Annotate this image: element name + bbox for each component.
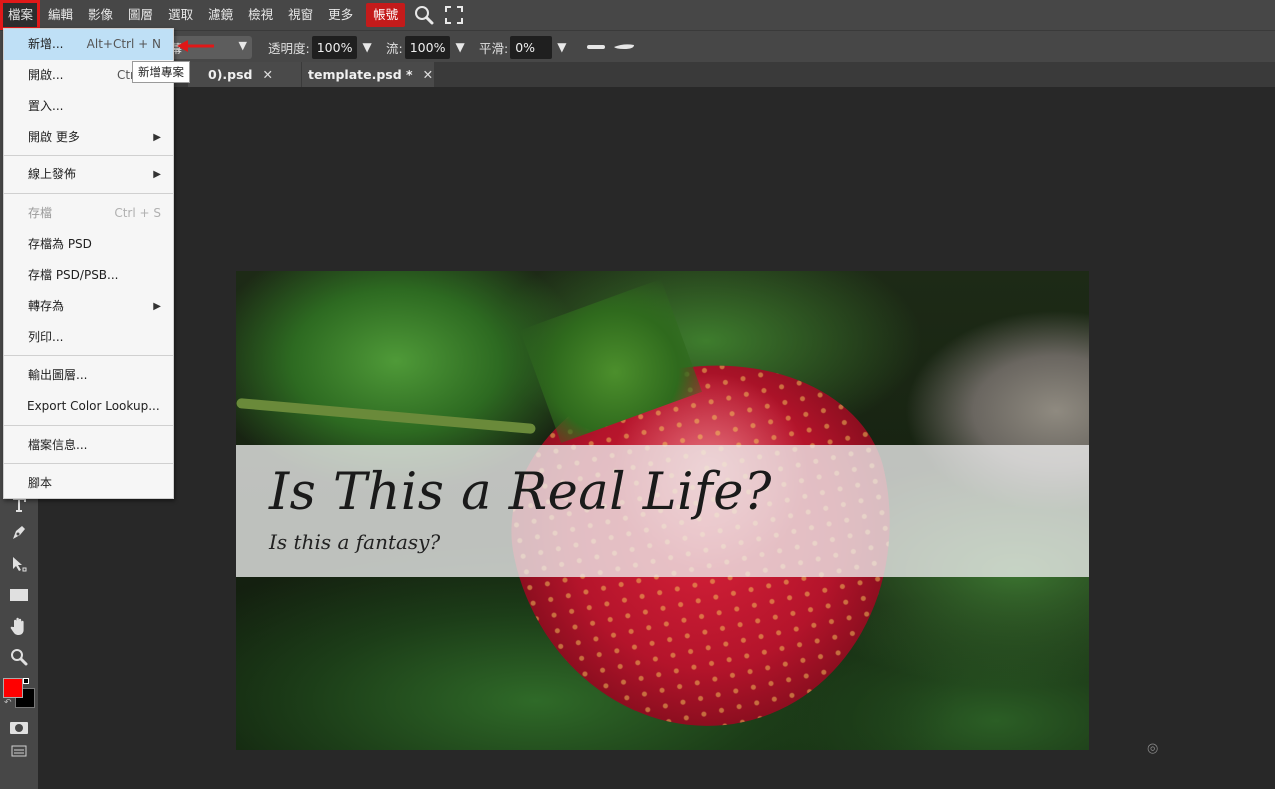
submenu-arrow-icon: ▶: [153, 169, 161, 180]
menu-file[interactable]: 檔案: [0, 0, 41, 30]
menu-item-label: 腳本: [28, 476, 53, 490]
menu-item-file-info[interactable]: 檔案信息...: [4, 430, 173, 461]
document-canvas[interactable]: Is This a Real Life? Is this a fantasy?: [236, 271, 1089, 750]
menu-item-label: 存檔為 PSD: [28, 237, 92, 251]
menu-item-open-more[interactable]: 開啟 更多 ▶: [4, 122, 173, 153]
submenu-arrow-icon: ▶: [153, 301, 161, 312]
tab-label: 0).psd: [208, 67, 253, 82]
subtitle-text: Is this a fantasy?: [269, 530, 441, 554]
tooltip: 新增專案: [132, 61, 190, 83]
flow-control: 流: 100% ▼: [386, 31, 465, 63]
menu-item-label: 輸出圖層...: [28, 368, 88, 382]
menu-item-shortcut: Alt+Ctrl + N: [86, 37, 161, 51]
hand-tool-icon[interactable]: [6, 613, 32, 639]
headline-text: Is This a Real Life?: [269, 463, 772, 522]
workspace-status-icon: ◎: [1147, 741, 1159, 756]
menu-item-export-layers[interactable]: 輸出圖層...: [4, 360, 173, 391]
annotation-arrow-icon: [177, 40, 214, 52]
menu-item-label: 開啟...: [28, 68, 64, 82]
text-banner: Is This a Real Life? Is this a fantasy?: [236, 445, 1089, 577]
close-icon[interactable]: ✕: [263, 62, 273, 87]
path-select-icon[interactable]: [6, 551, 32, 577]
menu-item-label: 置入...: [28, 99, 64, 113]
close-icon[interactable]: ✕: [423, 62, 433, 87]
menu-select[interactable]: 選取: [160, 0, 200, 30]
document-tab-bar: 0).psd ✕ template.psd * ✕: [38, 62, 1275, 87]
search-icon[interactable]: [409, 0, 439, 30]
smoothing-dropdown-icon[interactable]: ▼: [557, 40, 566, 54]
menu-item-label: 檔案信息...: [28, 438, 88, 452]
menu-bar: 檔案 編輯 影像 圖層 選取 濾鏡 檢視 視窗 更多 帳號: [0, 0, 1275, 30]
opacity-input[interactable]: 100%: [311, 35, 358, 59]
menu-edit[interactable]: 編輯: [40, 0, 80, 30]
file-menu-dropdown: 新增... Alt+Ctrl + N 開啟... Ctr 置入... 開啟 更多…: [3, 28, 174, 499]
tab-document-1[interactable]: 0).psd ✕: [188, 62, 301, 87]
menu-item-label: 轉存為: [28, 299, 65, 313]
menu-divider: [4, 193, 173, 194]
menu-more[interactable]: 更多: [320, 0, 360, 30]
menu-item-script[interactable]: 腳本: [4, 468, 173, 499]
menu-item-print[interactable]: 列印...: [4, 322, 173, 353]
menu-item-publish-online[interactable]: 線上發佈 ▶: [4, 159, 173, 190]
menu-item-label: 存檔 PSD/PSB...: [28, 268, 119, 282]
strawberry-stem-image: [236, 397, 536, 435]
menu-divider: [4, 463, 173, 464]
tab-template[interactable]: template.psd * ✕: [302, 62, 434, 87]
menu-item-save-as-psd[interactable]: 存檔為 PSD: [4, 229, 173, 260]
zoom-tool-icon[interactable]: [6, 644, 32, 670]
flow-input[interactable]: 100%: [404, 35, 451, 59]
foreground-color-swatch[interactable]: [3, 678, 23, 698]
menu-item-label: 開啟 更多: [28, 130, 80, 144]
opacity-label: 透明度:: [268, 40, 310, 56]
menu-item-export-color-lookup[interactable]: Export Color Lookup...: [4, 391, 173, 422]
menu-item-label: Export Color Lookup...: [27, 399, 160, 413]
menu-layer[interactable]: 圖層: [120, 0, 160, 30]
rectangle-tool-icon[interactable]: [6, 582, 32, 608]
brush-shape-icons[interactable]: [586, 31, 636, 63]
menu-item-label: 存檔: [28, 206, 53, 220]
menu-image[interactable]: 影像: [80, 0, 120, 30]
menu-item-label: 新增...: [28, 37, 64, 51]
chevron-down-icon: ▼: [238, 39, 247, 52]
submenu-arrow-icon: ▶: [153, 132, 161, 143]
menu-view[interactable]: 檢視: [240, 0, 280, 30]
fullscreen-icon[interactable]: [439, 0, 469, 30]
screen-mode-icon[interactable]: [6, 738, 32, 764]
flow-dropdown-icon[interactable]: ▼: [455, 40, 464, 54]
opacity-dropdown-icon[interactable]: ▼: [362, 40, 371, 54]
pen-tool-icon[interactable]: [6, 519, 32, 545]
menu-divider: [4, 355, 173, 356]
smoothing-label: 平滑:: [479, 40, 509, 56]
menu-divider: [4, 155, 173, 156]
color-swatches[interactable]: ↶: [3, 677, 35, 713]
smoothing-control: 平滑: 0% ▼: [479, 31, 566, 63]
opacity-control: 透明度: 100% ▼: [268, 31, 372, 63]
menu-item-save-psd-psb[interactable]: 存檔 PSD/PSB...: [4, 260, 173, 291]
tab-label: template.psd *: [308, 67, 413, 82]
account-button[interactable]: 帳號: [366, 3, 406, 27]
smoothing-input[interactable]: 0%: [510, 35, 553, 59]
menu-item-export-as[interactable]: 轉存為 ▶: [4, 291, 173, 322]
default-colors-icon[interactable]: [23, 678, 29, 684]
menu-item-new[interactable]: 新增... Alt+Ctrl + N: [4, 29, 173, 60]
menu-filter[interactable]: 濾鏡: [200, 0, 240, 30]
menu-item-save[interactable]: 存檔 Ctrl + S: [4, 198, 173, 229]
menu-item-shortcut: Ctrl + S: [114, 206, 161, 220]
menu-divider: [4, 425, 173, 426]
menu-item-label: 線上發佈: [28, 167, 77, 181]
flow-label: 流:: [386, 40, 403, 56]
menu-window[interactable]: 視窗: [280, 0, 320, 30]
menu-item-place[interactable]: 置入...: [4, 91, 173, 122]
menu-item-label: 列印...: [28, 330, 64, 344]
swap-colors-icon[interactable]: ↶: [4, 698, 12, 708]
